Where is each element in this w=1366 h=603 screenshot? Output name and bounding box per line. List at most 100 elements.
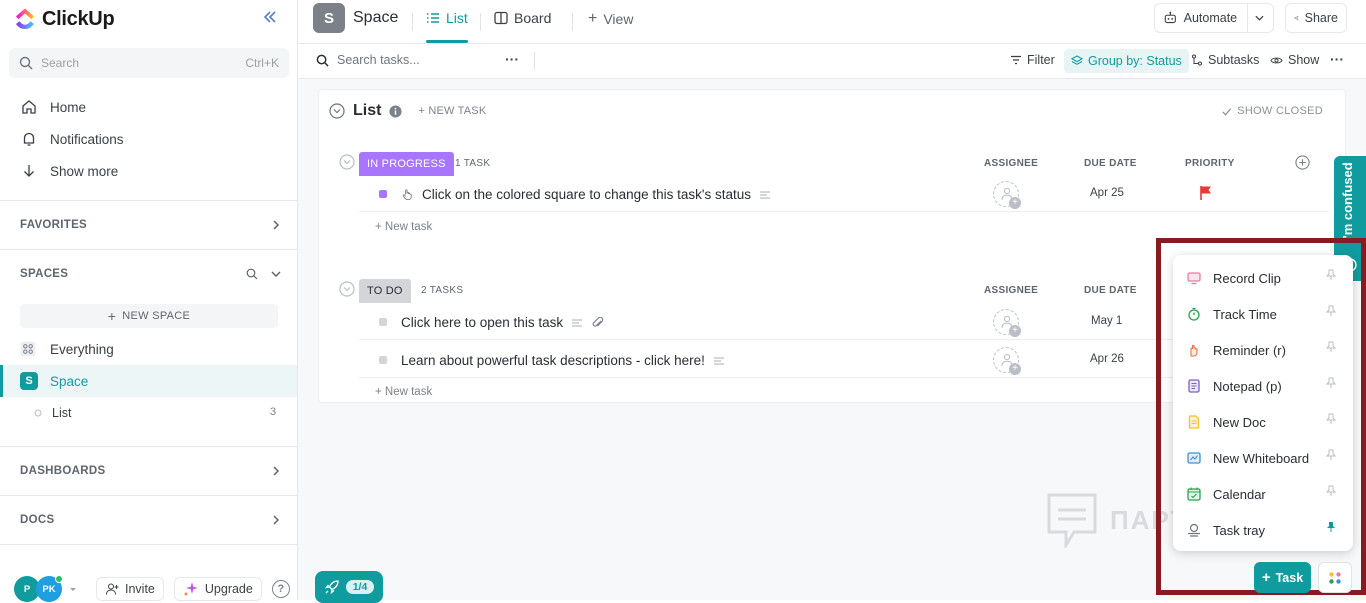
clickup-logo[interactable]: ClickUp [14,6,115,32]
automate-button[interactable]: Automate [1154,3,1274,33]
status-square[interactable] [379,356,387,364]
sidebar-item-everything[interactable]: Everything [20,341,114,357]
onboarding-progress: 1/4 [345,580,375,594]
plus-icon: + [1009,363,1021,375]
status-badge[interactable]: IN PROGRESS [359,152,454,176]
invite-button[interactable]: Invite [96,577,164,601]
annotation-highlight-box [1156,238,1366,595]
status-badge[interactable]: TO DO [359,279,411,303]
due-date[interactable]: May 1 [1091,315,1122,327]
search-options-button[interactable]: ··· [505,51,519,67]
due-date[interactable]: Apr 25 [1090,187,1124,199]
divider [1247,4,1249,32]
column-header-assignee[interactable]: ASSIGNEE [984,158,1038,169]
new-task-button[interactable]: + New task [375,386,432,398]
chevron-right-icon [273,515,280,525]
apps-grid-icon [1329,571,1341,584]
task-title[interactable]: Learn about powerful task descriptions -… [401,353,725,368]
upgrade-button[interactable]: Upgrade [173,577,262,601]
search-icon[interactable] [246,268,258,280]
tab-label: View [603,11,634,27]
sidebar-footer: P PK Invite Upgrade ? [14,575,290,602]
collapse-circle-icon[interactable] [339,154,355,170]
task-search-input[interactable]: Search tasks... [316,53,420,67]
column-header-due-date[interactable]: DUE DATE [1084,285,1137,296]
info-icon[interactable] [389,104,402,118]
onboarding-checklist-button[interactable]: 1/4 [315,571,383,603]
task-title[interactable]: Click on the colored square to change th… [401,187,771,202]
sidebar-item-home[interactable]: Home [20,98,86,116]
new-space-label: NEW SPACE [122,310,191,322]
assignee-add-button[interactable]: + [993,181,1021,209]
chevron-down-icon[interactable] [270,268,282,280]
page-title[interactable]: Space [353,9,398,27]
assignee-add-button[interactable]: + [993,347,1021,375]
subtasks-icon [1192,54,1202,66]
column-header-assignee[interactable]: ASSIGNEE [984,285,1038,296]
column-header-due-date[interactable]: DUE DATE [1084,158,1137,169]
dashboards-section[interactable]: DASHBOARDS [20,465,282,477]
help-icon[interactable]: ? [271,580,290,598]
show-label: Show [1288,53,1320,67]
status-square[interactable] [379,318,387,326]
subtasks-button[interactable]: Subtasks [1191,53,1259,67]
spaces-section[interactable]: SPACES [20,268,282,280]
sidebar-item-space[interactable]: S Space [0,365,297,397]
divider [0,544,297,545]
filter-label: Filter [1027,53,1055,67]
tab-list[interactable]: List [426,10,468,26]
status-group-header: IN PROGRESS 1 TASK ASSIGNEE DUE DATE PRI… [339,152,1329,176]
assignee-add-button[interactable]: + [993,309,1021,337]
sidebar-search[interactable]: Search Ctrl+K [9,48,289,78]
new-task-button[interactable]: + New task [375,221,432,233]
status-square[interactable] [379,190,387,198]
add-view-button[interactable]: + View [588,10,633,28]
tab-label: List [446,10,468,26]
user-menu[interactable]: P PK [14,575,78,602]
add-column-icon[interactable] [1295,155,1310,170]
collapse-sidebar-button[interactable] [262,9,278,25]
new-space-button[interactable]: + NEW SPACE [20,304,278,328]
table-row[interactable]: Click on the colored square to change th… [359,176,1329,212]
robot-icon [1164,11,1176,24]
sidebar-item-notifications[interactable]: Notifications [20,130,124,148]
filter-button[interactable]: Filter [1010,53,1055,67]
plus-icon: + [588,10,598,27]
tab-board[interactable]: Board [494,10,551,26]
show-button[interactable]: Show [1270,53,1319,67]
task-title[interactable]: Click here to open this task [401,315,605,330]
list-new-task-button[interactable]: + NEW TASK [418,105,486,117]
plus-icon: + [1261,569,1271,586]
plus-icon: + [1009,325,1021,337]
priority-flag-icon[interactable] [1199,185,1213,201]
avatar-initials: PK [42,583,56,595]
plus-icon: + [107,308,117,324]
add-task-button[interactable]: + Task [1254,562,1311,593]
share-button[interactable]: Share [1285,3,1347,33]
column-header-priority[interactable]: PRIORITY [1185,158,1235,169]
tab-label: Board [514,10,552,26]
paperclip-icon [592,316,604,327]
top-header: S Space List Board + View Automate Share [298,0,1366,44]
subtasks-label: Subtasks [1208,53,1260,67]
group-by-button[interactable]: Group by: Status [1064,49,1189,73]
collapse-circle-icon[interactable] [329,103,345,119]
chevron-down-icon[interactable] [1254,12,1265,24]
show-closed-button[interactable]: SHOW CLOSED [1221,105,1323,117]
collapse-circle-icon[interactable] [339,281,355,297]
more-options-button[interactable]: ··· [1330,51,1344,67]
list-title[interactable]: List [353,102,381,120]
task-tray-toggle-button[interactable] [1318,562,1352,593]
check-icon [1222,107,1232,116]
hand-pointer-icon [402,189,412,201]
due-date[interactable]: Apr 26 [1090,353,1124,365]
sidebar-item-label: Notifications [50,131,124,147]
arrow-down-icon [24,165,34,177]
favorites-section[interactable]: FAVORITES [20,219,282,231]
sidebar-item-list[interactable]: List [34,406,71,420]
upgrade-label: Upgrade [204,582,253,596]
sidebar-item-label: Home [50,99,87,115]
docs-section[interactable]: DOCS [20,514,282,526]
sparkle-icon [184,582,198,596]
sidebar-item-show-more[interactable]: Show more [20,162,118,180]
